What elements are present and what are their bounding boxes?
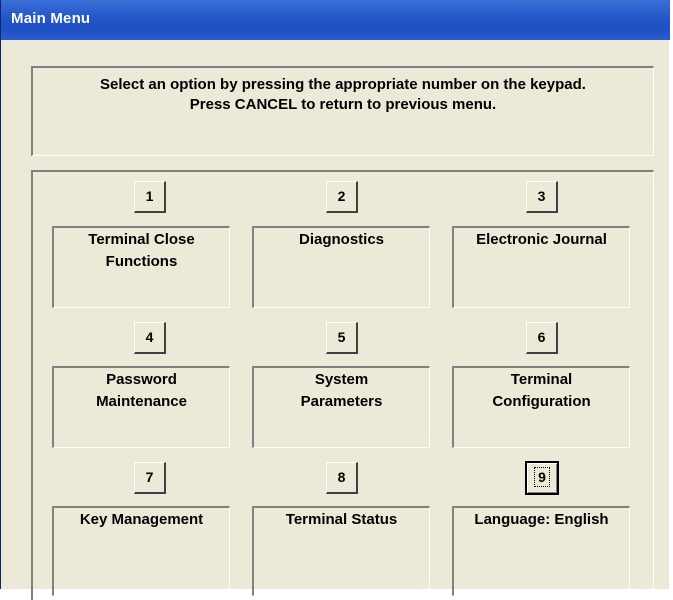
option-1-label-box: Terminal Close Functions <box>52 226 230 308</box>
window-title: Main Menu <box>11 10 91 27</box>
main-menu-window: Main Menu Select an option by pressing t… <box>0 0 670 600</box>
option-2-label: Diagnostics <box>298 231 385 248</box>
option-5-label: System Parameters <box>300 371 383 410</box>
option-4-label-box: Password Maintenance <box>52 366 230 448</box>
option-7-label-box: Key Management <box>52 506 230 596</box>
option-5-label-box: System Parameters <box>252 366 430 448</box>
option-2-button[interactable]: 2 <box>326 181 358 213</box>
option-1-button[interactable]: 1 <box>134 181 166 213</box>
option-6-label: Terminal Configuration <box>492 371 591 410</box>
option-6-label-box: Terminal Configuration <box>452 366 630 448</box>
option-1-label: Terminal Close Functions <box>88 231 195 270</box>
option-8-button[interactable]: 8 <box>326 462 358 494</box>
instructions-line-1: Select an option by pressing the appropr… <box>100 76 586 93</box>
option-3-label: Electronic Journal <box>476 231 607 248</box>
option-4-button[interactable]: 4 <box>134 322 166 354</box>
option-9-label-box: Language: English <box>452 506 630 596</box>
option-5-button[interactable]: 5 <box>326 322 358 354</box>
option-3-label-box: Electronic Journal <box>452 226 630 308</box>
option-9-label: Language: English <box>474 511 609 528</box>
option-9-button[interactable]: 9 <box>525 461 559 495</box>
title-bar[interactable]: Main Menu <box>1 0 670 40</box>
option-8-label-box: Terminal Status <box>252 506 430 596</box>
option-7-button[interactable]: 7 <box>134 462 166 494</box>
option-6-button[interactable]: 6 <box>526 322 558 354</box>
instructions-line-2: Press CANCEL to return to previous menu. <box>189 96 497 113</box>
option-2-label-box: Diagnostics <box>252 226 430 308</box>
option-3-button[interactable]: 3 <box>526 181 558 213</box>
instructions-panel: Select an option by pressing the appropr… <box>31 66 654 156</box>
option-4-label: Password Maintenance <box>96 371 187 410</box>
option-7-label: Key Management <box>79 511 204 528</box>
option-8-label: Terminal Status <box>285 511 398 528</box>
